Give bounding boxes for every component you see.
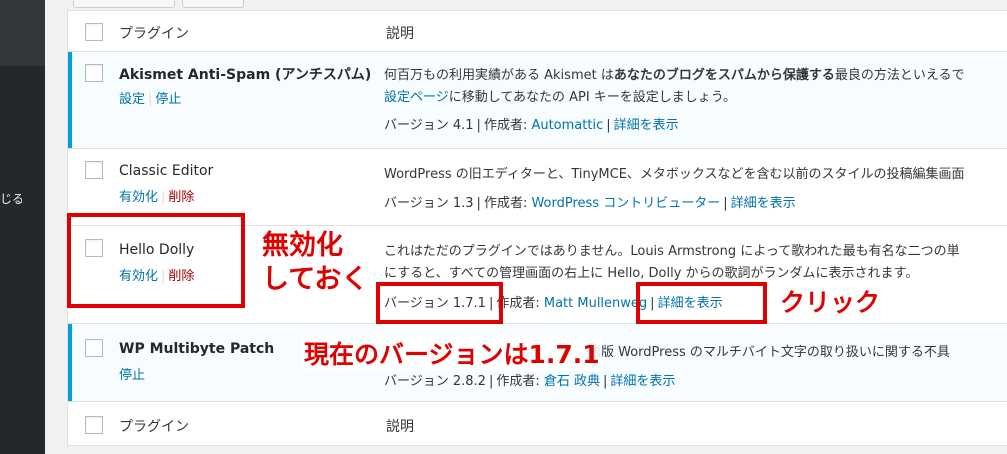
view-details-link[interactable]: 詳細を表示 bbox=[610, 374, 675, 389]
column-plugin-header[interactable]: プラグイン bbox=[119, 23, 189, 43]
annotation-deactivate-text: 無効化 しておく bbox=[262, 229, 368, 297]
plugin-meta: バージョン 2.8.2 | 作成者: 倉石 政典 | 詳細を表示 bbox=[384, 374, 676, 389]
plugin-name: Classic Editor bbox=[119, 163, 214, 179]
plugin-description-line2: にすると、すべての管理画面の右上に Hello, Dolly からの歌詞がランダ… bbox=[384, 266, 919, 281]
row-actions: 有効化 | 削除 bbox=[119, 190, 195, 205]
plugin-description: 何百万もの利用実績がある Akismet はあなたのブログをスパムから保護する最… bbox=[384, 64, 964, 83]
settings-page-link[interactable]: 設定ページ bbox=[384, 90, 449, 105]
row-actions: 停止 bbox=[119, 364, 145, 383]
desc-part-a: 何百万もの利用実績がある Akismet は bbox=[384, 68, 614, 83]
version-text: バージョン 1.3 bbox=[384, 196, 474, 211]
plugin-description: 語版 WordPress のマルチバイト文字の取り扱いに関する不具 bbox=[588, 345, 950, 360]
annotation-box-hello-dolly bbox=[67, 213, 245, 308]
select-all-checkbox[interactable] bbox=[85, 23, 103, 41]
plugin-checkbox[interactable] bbox=[85, 64, 103, 82]
annotation-box-version bbox=[376, 282, 503, 324]
annotation-current-version-text: 現在のバージョンは1.7.1 bbox=[302, 335, 602, 371]
plugin-meta: バージョン 1.3 | 作成者: WordPress コントリビューター | 詳細を表示 bbox=[384, 196, 796, 211]
annotation-deactivate-line2: しておく bbox=[262, 264, 369, 295]
plugin-description: これはただのプラグインではありません。Louis Armstrong によって歌… bbox=[384, 244, 960, 259]
sidebar-active-menu[interactable] bbox=[0, 0, 45, 66]
admin-sidebar bbox=[0, 0, 45, 454]
plugin-name: WP Multibyte Patch bbox=[119, 341, 275, 357]
author-label: 作成者: bbox=[496, 296, 544, 311]
author-link[interactable]: 倉石 政典 bbox=[544, 374, 600, 389]
bulk-action-select[interactable] bbox=[73, 0, 175, 8]
desc2-rest: に移動してあなたの API キーを設定しましょう。 bbox=[448, 90, 737, 105]
plugin-description-line2: 設定ページに移動してあなたの API キーを設定しましょう。 bbox=[384, 86, 736, 105]
column-description-header: 説明 bbox=[386, 26, 414, 42]
delete-link[interactable]: 削除 bbox=[168, 190, 194, 205]
plugin-name: Akismet Anti-Spam (アンチスパム) bbox=[119, 64, 371, 84]
column-description-footer: 説明 bbox=[386, 419, 414, 435]
table-footer-row: プラグイン 説明 bbox=[68, 402, 1007, 444]
table-header-row: プラグイン 説明 bbox=[68, 11, 1007, 52]
select-all-checkbox-footer[interactable] bbox=[85, 416, 103, 434]
activate-link[interactable]: 有効化 bbox=[119, 190, 158, 205]
plugin-name-latin: Akismet Anti-Spam ( bbox=[119, 67, 282, 83]
author-label: 作成者: bbox=[496, 374, 544, 389]
author-label: 作成者: bbox=[483, 196, 532, 211]
author-link[interactable]: WordPress コントリビューター bbox=[531, 196, 720, 211]
plugin-name-jp: アンチスパム bbox=[281, 67, 365, 83]
deactivate-link[interactable]: 停止 bbox=[119, 368, 145, 383]
author-link[interactable]: Automattic bbox=[531, 118, 603, 133]
plugin-checkbox[interactable] bbox=[85, 161, 103, 179]
annotation-click-text: クリック bbox=[780, 288, 881, 317]
column-plugin-footer[interactable]: プラグイン bbox=[119, 416, 189, 436]
plugin-name-end: ) bbox=[364, 67, 372, 83]
sidebar-menu-fragment[interactable]: じる bbox=[0, 190, 22, 207]
desc-part-c: 最良の方法といえるで bbox=[834, 68, 965, 83]
view-details-link[interactable]: 詳細を表示 bbox=[731, 196, 796, 211]
annotation-box-details bbox=[636, 282, 767, 324]
deactivate-link[interactable]: 停止 bbox=[155, 92, 181, 107]
author-label: 作成者: bbox=[483, 118, 532, 133]
plugin-row-akismet: Akismet Anti-Spam (アンチスパム) 設定 | 停止 何百万もの利用… bbox=[68, 52, 1007, 149]
plugin-description: WordPress の旧エディターと、TinyMCE、メタボックスなどを含む以前… bbox=[384, 167, 965, 182]
row-actions: 設定 | 停止 bbox=[119, 92, 182, 107]
annotation-deactivate-line1: 無効化 bbox=[262, 230, 343, 261]
plugin-checkbox[interactable] bbox=[85, 339, 103, 357]
plugin-meta: バージョン 4.1 | 作成者: Automattic | 詳細を表示 bbox=[384, 118, 679, 133]
settings-link[interactable]: 設定 bbox=[119, 92, 145, 107]
version-text: バージョン 2.8.2 bbox=[384, 374, 486, 389]
apply-button[interactable] bbox=[182, 0, 244, 8]
view-details-link[interactable]: 詳細を表示 bbox=[614, 118, 679, 133]
author-link[interactable]: Matt Mullenweg bbox=[544, 296, 647, 311]
desc-part-b: あなたのブログをスパムから保護する bbox=[613, 68, 835, 83]
version-text: バージョン 4.1 bbox=[384, 118, 474, 133]
